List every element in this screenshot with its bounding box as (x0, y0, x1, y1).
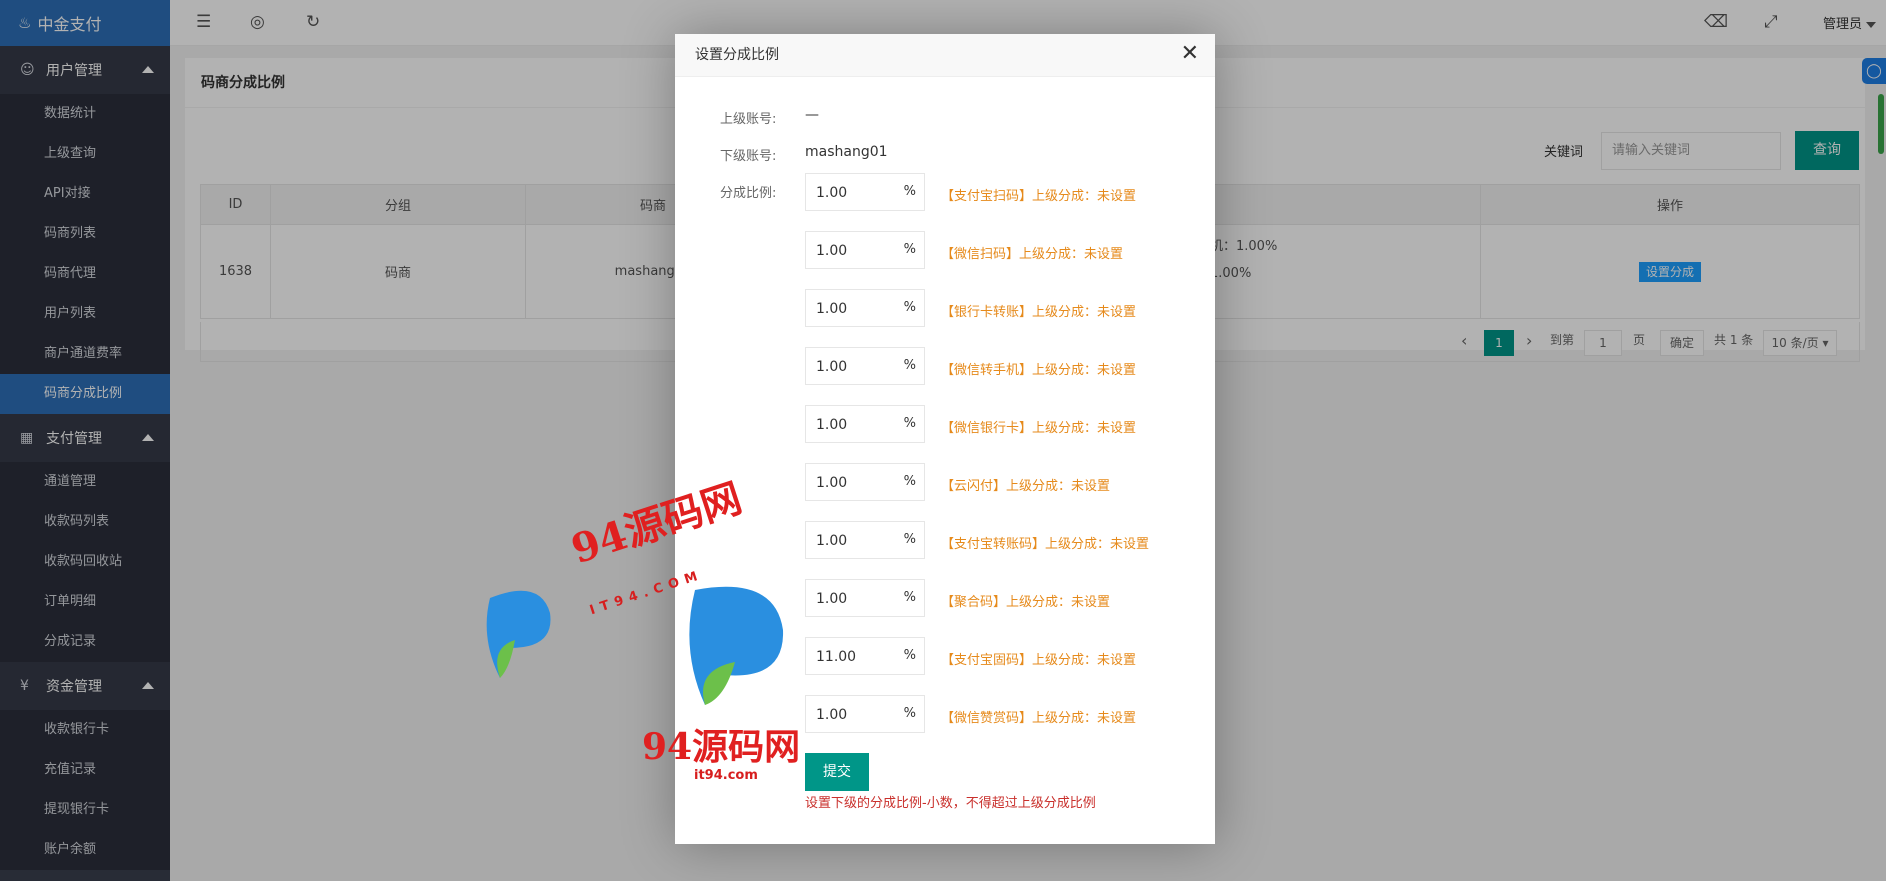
percent-sign: % (903, 648, 916, 663)
rate-input-value: 1.00 (816, 475, 848, 491)
rate-input-value: 1.00 (816, 707, 848, 723)
rate-hint: 【微信赞赏码】上级分成：未设置 (941, 711, 1137, 726)
percent-sign: % (903, 242, 916, 257)
rate-hint: 【云闪付】上级分成：未设置 (941, 479, 1111, 494)
rate-input-value: 1.00 (816, 533, 848, 549)
rate-input[interactable]: 1.00% (805, 579, 925, 617)
rate-note: 设置下级的分成比例-小数，不得超过上级分成比例 (805, 796, 1096, 811)
rate-hint: 【银行卡转账】上级分成：未设置 (941, 305, 1137, 320)
watermark-text: 94源码网 (642, 726, 801, 768)
parent-account-value: — (805, 107, 819, 123)
rate-hint: 【支付宝转账码】上级分成：未设置 (941, 537, 1150, 552)
percent-sign: % (903, 300, 916, 315)
percent-sign: % (903, 416, 916, 431)
percent-sign: % (903, 590, 916, 605)
watermark-logo-small (486, 590, 551, 678)
rate-input[interactable]: 1.00% (805, 463, 925, 501)
rate-input-value: 11.00 (816, 649, 857, 665)
rate-input[interactable]: 1.00% (805, 521, 925, 559)
rate-hint: 【微信转手机】上级分成：未设置 (941, 363, 1137, 378)
rate-input[interactable]: 11.00% (805, 637, 925, 675)
percent-sign: % (903, 706, 916, 721)
rate-hint: 【微信扫码】上级分成：未设置 (941, 247, 1124, 262)
rate-input[interactable]: 1.00% (805, 347, 925, 385)
rate-input-value: 1.00 (816, 417, 848, 433)
rate-input[interactable]: 1.00% (805, 289, 925, 327)
child-account-value: mashang01 (805, 144, 888, 160)
rate-input[interactable]: 1.00% (805, 231, 925, 269)
rate-input-value: 1.00 (816, 359, 848, 375)
percent-sign: % (903, 184, 916, 199)
rate-hint: 【支付宝扫码】上级分成：未设置 (941, 189, 1137, 204)
rate-input-value: 1.00 (816, 591, 848, 607)
parent-account-label: 上级账号: (720, 112, 777, 127)
watermark-url: it94.com (694, 768, 758, 783)
rate-input-value: 1.00 (816, 301, 848, 317)
percent-sign: % (903, 358, 916, 373)
percent-sign: % (903, 474, 916, 489)
rate-input[interactable]: 1.00% (805, 405, 925, 443)
child-account-label: 下级账号: (720, 149, 777, 164)
rate-hint: 【微信银行卡】上级分成：未设置 (941, 421, 1137, 436)
rate-hint: 【聚合码】上级分成：未设置 (941, 595, 1111, 610)
rate-input[interactable]: 1.00% (805, 173, 925, 211)
rate-input-value: 1.00 (816, 243, 848, 259)
percent-sign: % (903, 532, 916, 547)
submit-button[interactable]: 提交 (805, 753, 869, 791)
rate-input-value: 1.00 (816, 185, 848, 201)
rate-label: 分成比例: (720, 186, 777, 201)
close-icon[interactable]: ✕ (1181, 43, 1199, 65)
rate-hint: 【支付宝固码】上级分成：未设置 (941, 653, 1137, 668)
modal-title: 设置分成比例 (675, 34, 1215, 77)
rate-input[interactable]: 1.00% (805, 695, 925, 733)
watermark-logo-large (689, 586, 784, 705)
